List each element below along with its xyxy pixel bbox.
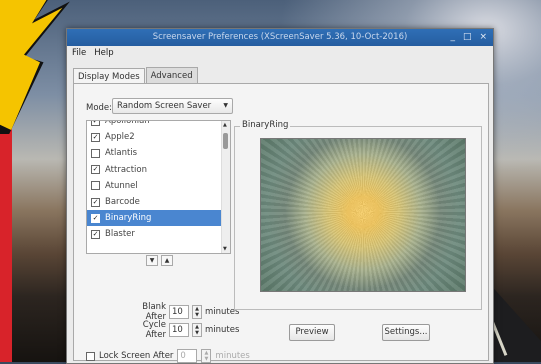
cycle-after-unit: minutes — [205, 325, 240, 335]
list-item[interactable]: ✓ Apollonian — [87, 120, 230, 129]
unchecked-checkbox[interactable] — [91, 181, 100, 191]
checked-checkbox[interactable]: ✓ — [91, 229, 100, 239]
preview-title: BinaryRing — [240, 120, 291, 130]
list-item[interactable]: ✓ Attraction — [87, 162, 230, 178]
prev-saver-button[interactable]: ▲ — [161, 255, 173, 266]
menu-help[interactable]: Help — [94, 46, 113, 61]
menu-bar: File Help — [67, 46, 493, 61]
list-item-label: Barcode — [105, 197, 140, 208]
list-item[interactable]: ✓ BinaryRing — [87, 210, 230, 227]
close-icon[interactable]: × — [479, 29, 487, 46]
cycle-after-label: Cycle After — [142, 320, 166, 340]
blank-after-row: Blank After 10 ▲ ▼ minutes — [122, 302, 239, 322]
minimize-icon[interactable]: _ — [450, 29, 455, 46]
screensaver-list[interactable]: ✓ Apollonian ✓ Apple2 Atlantis ✓ Attraction Atu… — [86, 120, 231, 254]
blank-after-stepper[interactable]: ▲ ▼ — [192, 305, 202, 319]
menu-file[interactable]: File — [72, 46, 86, 61]
list-item[interactable]: ✓ Blaster — [87, 226, 230, 242]
checked-checkbox[interactable]: ✓ — [91, 165, 100, 175]
cycle-after-row: Cycle After 10 ▲ ▼ minutes — [122, 320, 240, 340]
screensaver-preferences-window: Screensaver Preferences (XScreenSaver 5.… — [66, 28, 494, 364]
checked-checkbox[interactable]: ✓ — [91, 213, 100, 223]
cycle-after-input[interactable]: 10 — [169, 323, 189, 337]
checked-checkbox[interactable]: ✓ — [91, 121, 100, 126]
tab-advanced[interactable]: Advanced — [145, 67, 198, 84]
settings-button[interactable]: Settings... — [382, 324, 430, 341]
maximize-icon[interactable]: □ — [463, 29, 472, 46]
scroll-thumb[interactable] — [223, 133, 228, 149]
window-title: Screensaver Preferences (XScreenSaver 5.… — [152, 32, 408, 42]
list-item[interactable]: Atunnel — [87, 178, 230, 194]
list-item-label: Apple2 — [105, 132, 135, 143]
list-item[interactable]: Atlantis — [87, 145, 230, 161]
list-item-label: Atlantis — [105, 148, 138, 159]
mode-dropdown[interactable]: Random Screen Saver ▼ — [112, 98, 233, 114]
lock-screen-unit: minutes — [215, 351, 250, 361]
list-item-label: Blaster — [105, 229, 135, 240]
unchecked-checkbox[interactable] — [91, 148, 100, 158]
list-item-label: BinaryRing — [105, 213, 152, 224]
list-nav-buttons: ▼ ▲ — [146, 255, 173, 266]
chevron-up-icon: ▲ — [164, 257, 170, 264]
binaryring-preview-image — [260, 138, 466, 292]
checked-checkbox[interactable]: ✓ — [91, 132, 100, 142]
lock-screen-input: 0 — [177, 349, 198, 363]
tab-bar: Display Modes Advanced — [73, 67, 199, 85]
lock-screen-stepper: ▲ ▼ — [201, 349, 212, 363]
mode-label: Mode: — [86, 103, 113, 113]
blank-after-label: Blank After — [142, 302, 166, 322]
lock-screen-row: Lock Screen After 0 ▲ ▼ minutes — [86, 349, 250, 363]
dropdown-arrow-icon: ▼ — [223, 102, 228, 109]
checked-checkbox[interactable]: ✓ — [91, 197, 100, 207]
blank-after-input[interactable]: 10 — [169, 305, 189, 319]
lock-screen-label: Lock Screen After — [99, 351, 174, 361]
lock-screen-checkbox[interactable] — [86, 351, 95, 361]
list-scrollbar[interactable]: ▲ ▼ — [221, 121, 230, 253]
display-modes-panel: Mode: Random Screen Saver ▼ ✓ Apollonian ✓… — [73, 83, 489, 363]
cycle-after-stepper[interactable]: ▲ ▼ — [192, 323, 202, 337]
scroll-up-icon[interactable]: ▲ — [223, 122, 227, 128]
chevron-down-icon: ▼ — [149, 257, 155, 264]
list-item-label: Apollonian — [105, 120, 150, 127]
next-saver-button[interactable]: ▼ — [146, 255, 158, 266]
preview-button[interactable]: Preview — [289, 324, 335, 341]
mode-value: Random Screen Saver — [117, 101, 212, 111]
list-item-label: Attraction — [105, 164, 147, 175]
list-item-label: Atunnel — [105, 180, 138, 191]
list-item[interactable]: ✓ Apple2 — [87, 129, 230, 145]
title-bar[interactable]: Screensaver Preferences (XScreenSaver 5.… — [67, 29, 493, 46]
list-item[interactable]: ✓ Barcode — [87, 194, 230, 210]
scroll-down-icon[interactable]: ▼ — [223, 246, 227, 252]
